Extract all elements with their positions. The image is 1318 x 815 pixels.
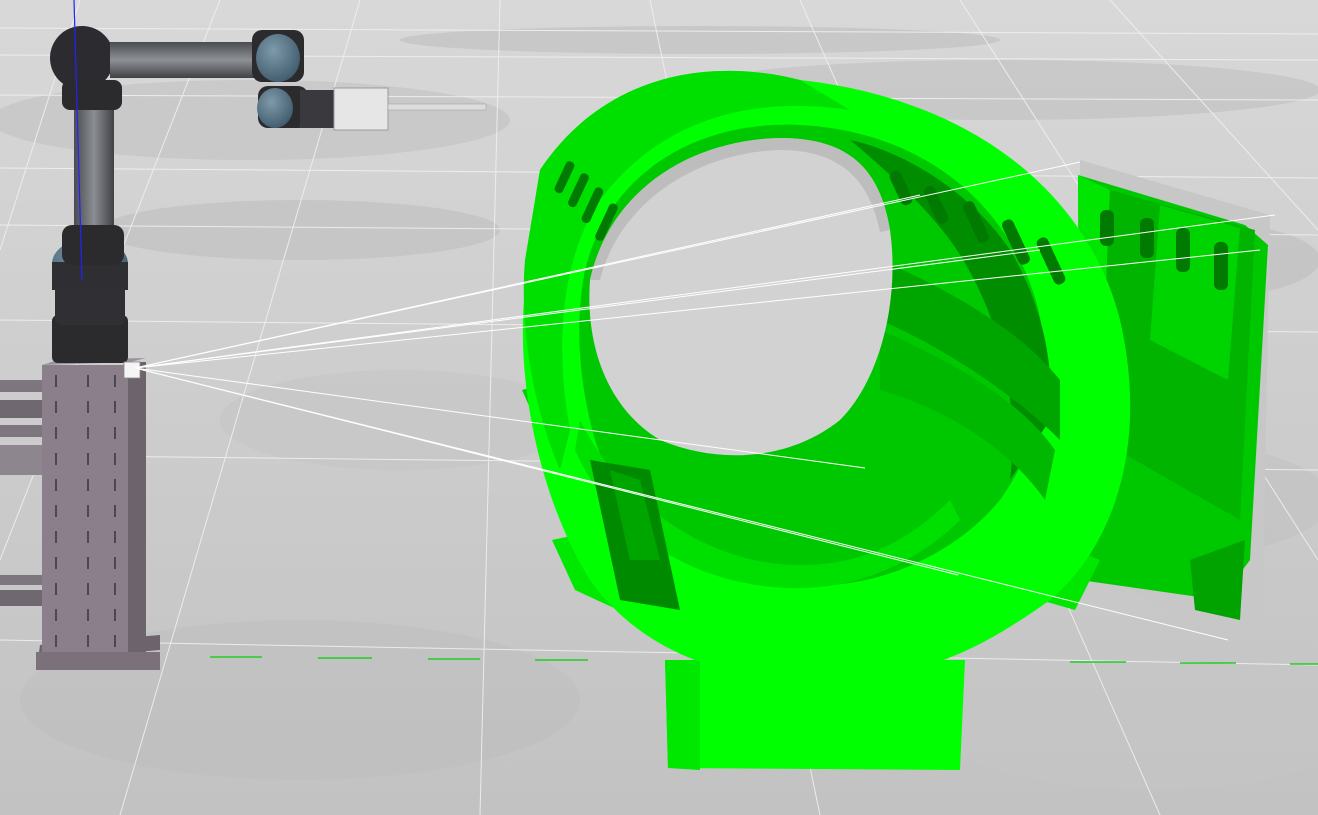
tool-probe bbox=[387, 103, 487, 111]
upper-link bbox=[110, 42, 260, 78]
camera-sensor[interactable] bbox=[123, 361, 141, 379]
tool-head bbox=[333, 87, 389, 131]
scene-canvas[interactable] bbox=[0, 0, 1318, 815]
robot-pedestal[interactable] bbox=[36, 358, 160, 670]
3d-viewport[interactable] bbox=[0, 0, 1318, 815]
